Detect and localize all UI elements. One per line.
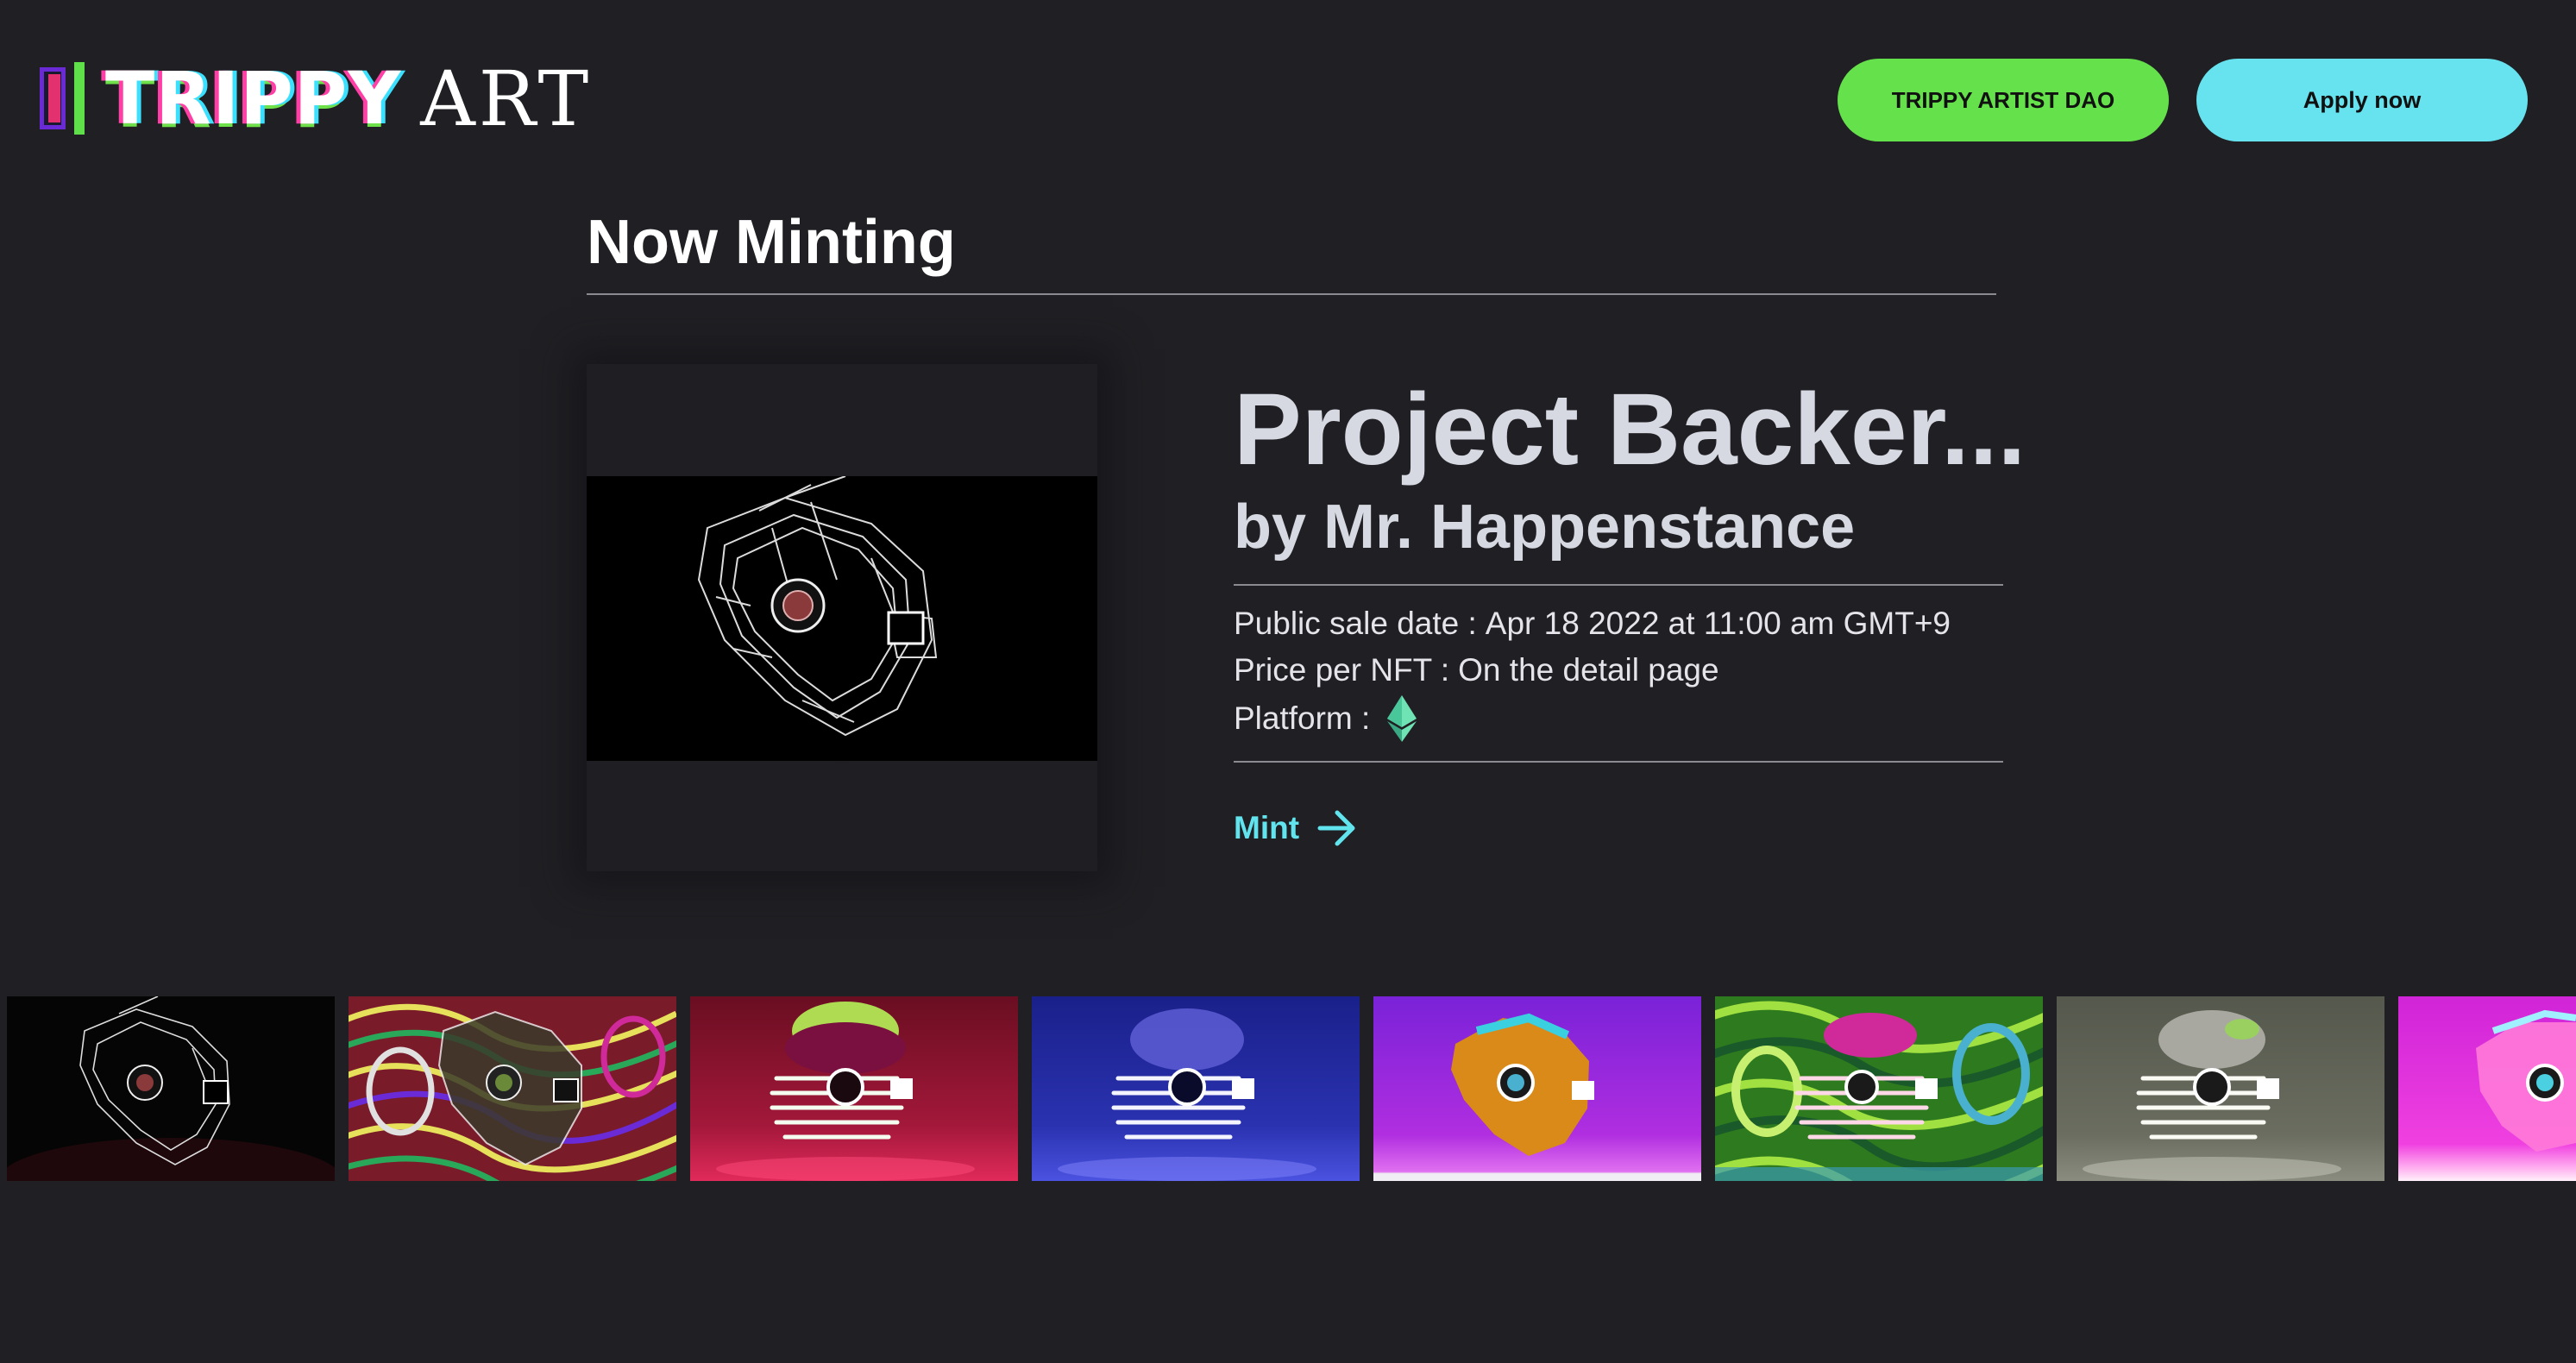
info-divider-bottom [1234, 761, 2003, 763]
thumbnail-5[interactable] [1373, 996, 1701, 1181]
thumbnail-6[interactable] [1715, 996, 2043, 1181]
price-value: On the detail page [1458, 652, 1719, 688]
project-artist: by Mr. Happenstance [1234, 493, 1856, 562]
logo-mark-icon [40, 62, 90, 135]
info-divider-top [1234, 584, 2003, 586]
thumbnail-7[interactable] [2057, 996, 2384, 1181]
featured-artwork-card[interactable] [587, 364, 1097, 871]
project-title[interactable]: Project Backer... [1234, 371, 2026, 488]
mint-link[interactable]: Mint [1234, 809, 1358, 847]
apply-now-button[interactable]: Apply now [2196, 59, 2528, 141]
platform: Platform : [1234, 695, 1417, 742]
price-label: Price per NFT : [1234, 652, 1450, 688]
public-sale-label: Public sale date : [1234, 606, 1477, 641]
thumbnail-4[interactable] [1032, 996, 1360, 1181]
artwork-thumbnail-strip[interactable] [0, 996, 2576, 1181]
price-per-nft: Price per NFT : On the detail page [1234, 652, 1719, 688]
mint-label: Mint [1234, 810, 1300, 845]
logo-word-trippy: TRIPPY [105, 56, 402, 141]
thumbnail-3[interactable] [690, 996, 1018, 1181]
thumbnail-2[interactable] [349, 996, 676, 1181]
logo-word-art: ART [420, 53, 593, 143]
section-divider [587, 293, 1996, 295]
ethereum-icon [1387, 695, 1417, 742]
arrow-right-icon [1317, 810, 1355, 846]
public-sale-value: Apr 18 2022 at 11:00 am GMT+9 [1485, 606, 1951, 641]
featured-artwork-image [587, 476, 1097, 761]
public-sale-date: Public sale date : Apr 18 2022 at 11:00 … [1234, 606, 1951, 642]
platform-label: Platform : [1234, 700, 1371, 736]
thumbnail-8[interactable] [2398, 996, 2576, 1181]
trippy-artist-dao-button[interactable]: TRIPPY ARTIST DAO [1838, 59, 2169, 141]
site-logo[interactable]: TRIPPY ART [40, 53, 593, 143]
page: { "header": { "logo_word_1": "TRIPPY", "… [0, 0, 2576, 1363]
section-title: Now Minting [587, 208, 956, 277]
thumbnail-1[interactable] [7, 996, 335, 1181]
